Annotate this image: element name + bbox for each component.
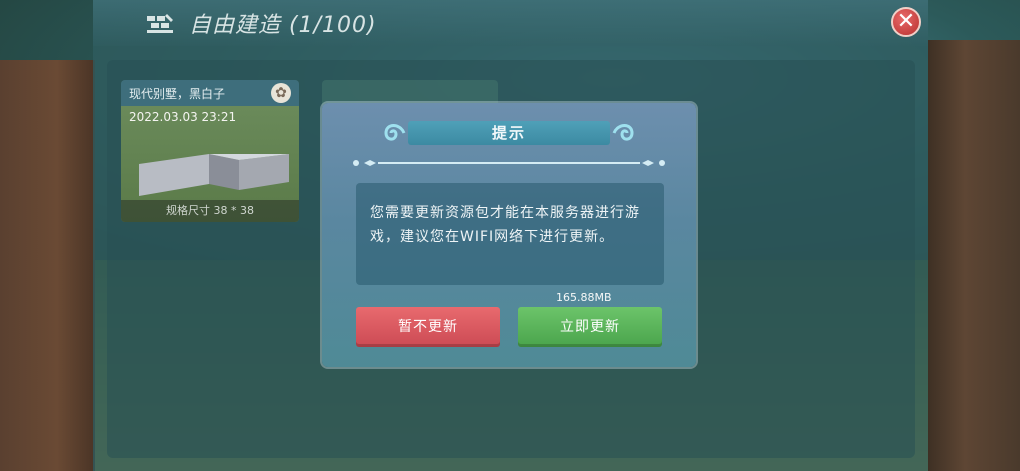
- dialog-message: 您需要更新资源包才能在本服务器进行游戏，建议您在WIFI网络下进行更新。: [370, 205, 640, 245]
- wall-structure-image: [139, 154, 289, 196]
- update-now-button[interactable]: 立即更新: [518, 307, 662, 347]
- panel-header: 自由建造 (1/100) ✕: [93, 0, 928, 46]
- update-button-label: 立即更新: [560, 319, 620, 335]
- save-card-header: 现代别墅，黑白子 ✿: [121, 80, 299, 106]
- save-card-date: 2022.03.03 23:21: [129, 110, 237, 124]
- message-box: 您需要更新资源包才能在本服务器进行游戏，建议您在WIFI网络下进行更新。: [356, 183, 664, 285]
- download-size: 165.88MB: [556, 291, 612, 304]
- build-icon: [147, 14, 173, 33]
- close-icon: ✕: [896, 9, 916, 34]
- update-dialog: 提示 您需要更新资源包才能在本服务器进行游戏，建议您在WIFI网络下进行更新。 …: [322, 103, 696, 367]
- right-pillar: [928, 40, 1020, 471]
- later-button[interactable]: 暂不更新: [356, 307, 500, 347]
- dialog-title-bar: 提示: [408, 121, 610, 145]
- left-ornament-icon: [384, 124, 406, 141]
- divider-line: [353, 160, 665, 166]
- gear-icon[interactable]: ✿: [271, 83, 291, 103]
- close-button[interactable]: ✕: [891, 7, 921, 37]
- left-pillar: [0, 60, 95, 471]
- save-card-name: 现代别墅，黑白子: [129, 87, 226, 101]
- page-title: 自由建造 (1/100): [189, 13, 377, 38]
- save-card-size: 规格尺寸 38 * 38: [121, 200, 299, 222]
- dialog-title: 提示: [491, 124, 526, 142]
- later-button-label: 暂不更新: [398, 319, 458, 335]
- save-card[interactable]: 现代别墅，黑白子 ✿ 2022.03.03 23:21 规格尺寸 38 * 38: [121, 80, 299, 222]
- right-ornament-icon: [612, 124, 634, 141]
